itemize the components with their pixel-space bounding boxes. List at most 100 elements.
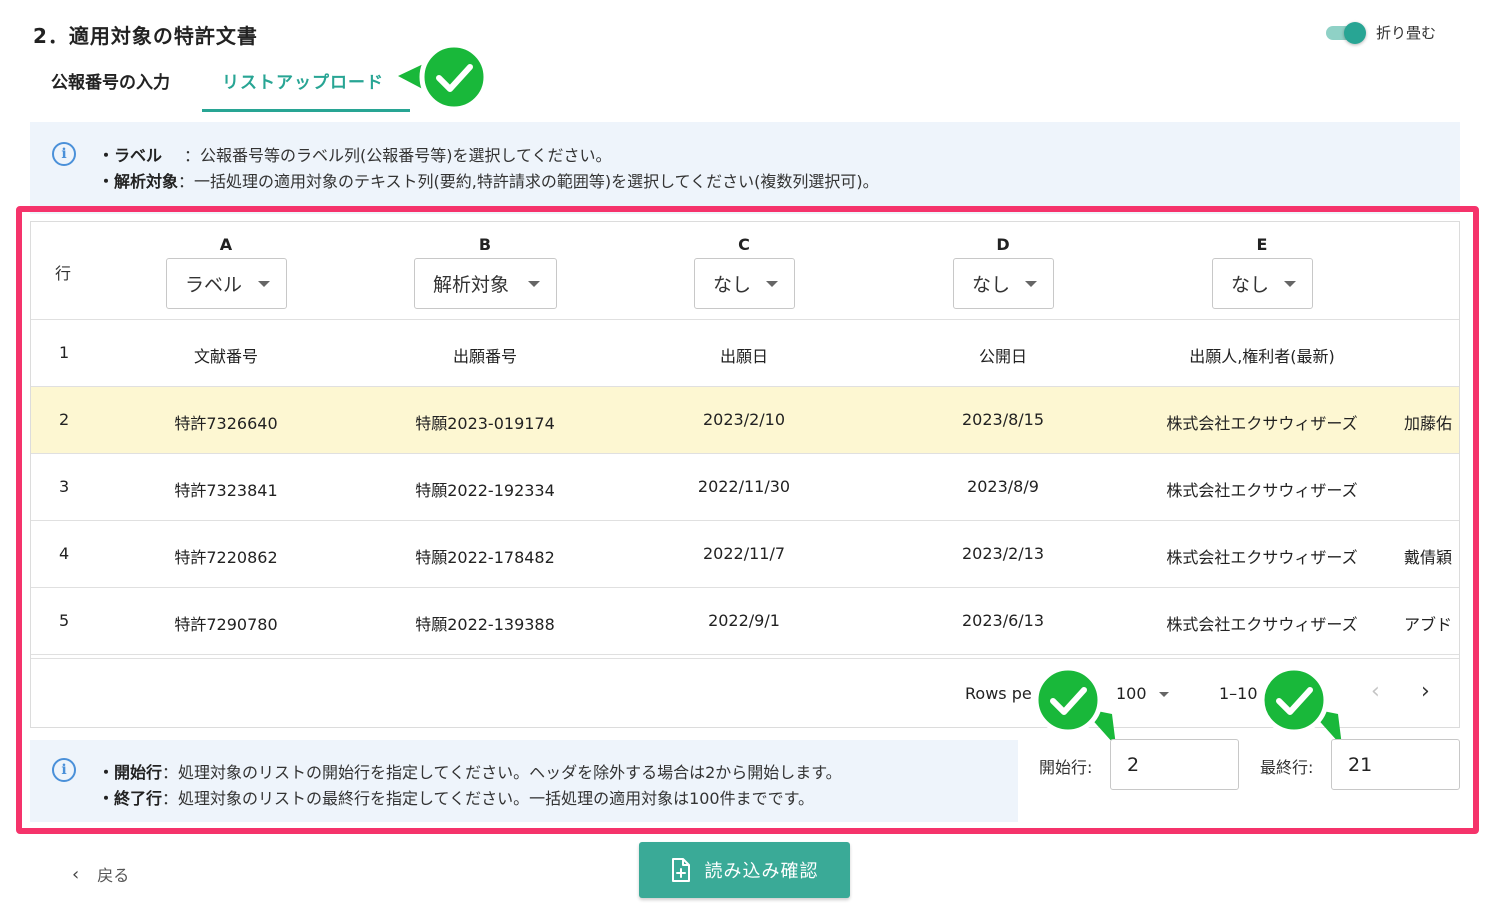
table-cell: 2022/11/30 [697,477,791,496]
table-cell-clipped: アブド [1404,615,1453,634]
column-d-mapping-select[interactable]: なし [953,258,1054,309]
chevron-down-icon [1284,281,1296,287]
table-cell: 出願番号 [452,347,518,366]
start-row-label: 開始行: [1039,758,1093,777]
back-label: 戻る [97,866,130,885]
info-box-row-range-help: i ・開始行：処理対象のリストの開始行を指定してください。ヘッダを除外する場合は… [30,740,1018,822]
table-cell-clipped: 加藤佑 [1404,414,1453,433]
column-c-mapping-value: なし [713,274,752,296]
next-page-icon[interactable]: › [1421,679,1430,704]
table-cell: 株式会社エクサウィザーズ [1166,414,1358,433]
end-row-value: 21 [1348,753,1373,776]
tab-publication-number-input[interactable]: 公報番号の入力 [51,68,170,93]
back-button[interactable]: ‹ 戻る [72,862,129,886]
table-cell: 特許7326640 [174,414,278,433]
column-c-mapping-select[interactable]: なし [694,258,795,309]
collapse-switch[interactable] [1326,21,1366,44]
row-number: 4 [59,544,70,563]
info-icon: i [52,758,76,782]
page-range-label: 1–10 [1219,684,1258,703]
rows-per-page-value: 100 [1116,684,1147,703]
table-cell: 2022/11/7 [702,544,786,563]
start-row-value: 2 [1127,753,1140,776]
row-number: 5 [59,611,70,630]
column-e-mapping-select[interactable]: なし [1212,258,1313,309]
table-pagination: Rows pe 100 1–10 ‹ › [31,658,1459,727]
upload-preview-table: 行 A ラベル B 解析対象 C なし D なし E なし 1 文献番号 出願番… [30,221,1460,728]
table-cell: 2023/2/13 [961,544,1045,563]
column-letter-d: D [996,235,1010,254]
table-cell-clipped: 戴倩穎 [1404,548,1453,567]
table-cell: 株式会社エクサウィザーズ [1166,615,1358,634]
end-row-input[interactable]: 21 [1331,739,1460,790]
document-add-icon [671,858,690,882]
collapse-toggle[interactable]: 折り畳む [1326,21,1437,44]
tab-list-upload[interactable]: リストアップロード [222,68,384,93]
table-cell: 特願2022-178482 [415,548,555,567]
table-row: 5 特許7290780 特願2022-139388 2022/9/1 2023/… [31,588,1459,655]
column-letter-e: E [1256,235,1268,254]
table-row: 2 特許7326640 特願2023-019174 2023/2/10 2023… [31,387,1459,454]
confirm-load-label: 読み込み確認 [704,861,819,882]
table-cell: 2023/2/10 [702,410,786,429]
table-cell: 公開日 [978,347,1028,366]
confirm-load-button[interactable]: 読み込み確認 [639,842,850,898]
column-b-mapping-value: 解析対象 [433,274,510,296]
table-cell: 2023/6/13 [961,611,1045,630]
table-cell: 2023/8/15 [961,410,1045,429]
column-a-mapping-value: ラベル [185,274,243,296]
info-line-label: ・ラベル ：公報番号等のラベル列(公報番号等)を選択してください。 [98,146,612,165]
info-line-start-row: ・開始行：処理対象のリストの開始行を指定してください。ヘッダを除外する場合は2か… [98,763,842,782]
table-cell: 2022/9/1 [708,611,780,630]
column-letter-b: B [478,235,492,254]
rows-per-page-select[interactable]: 100 [1116,684,1169,703]
info-line-end-row: ・終了行：処理対象のリストの最終行を指定してください。一括処理の適用対象は100… [98,789,815,808]
check-callout-page-range [1259,665,1342,746]
start-row-input[interactable]: 2 [1110,739,1239,790]
table-cell: 株式会社エクサウィザーズ [1166,481,1358,500]
table-cell: 株式会社エクサウィザーズ [1166,548,1358,567]
table-cell: 特願2023-019174 [415,414,555,433]
end-row-label: 最終行: [1260,758,1314,777]
column-a-mapping-select[interactable]: ラベル [166,258,287,309]
info-box-column-help: i ・ラベル ：公報番号等のラベル列(公報番号等)を選択してください。 ・解析対象… [30,122,1460,214]
table-row: 3 特許7323841 特願2022-192334 2022/11/30 202… [31,454,1459,521]
section-title: 2．適用対象の特許文書 [33,24,258,48]
column-letter-c: C [738,235,750,254]
table-cell: 出願人,権利者(最新) [1189,347,1335,366]
check-callout-tab [398,42,489,112]
table-cell: 特願2022-139388 [415,615,555,634]
table-cell: 特許7323841 [174,481,278,500]
row-number: 2 [59,410,70,429]
chevron-down-icon [258,281,270,287]
table-cell: 出願日 [719,347,769,366]
table-cell: 文献番号 [193,347,259,366]
active-tab-indicator [202,109,410,112]
info-line-target: ・解析対象：一括処理の適用対象のテキスト列(要約,特許請求の範囲等)を選択してく… [98,172,879,191]
column-e-mapping-value: なし [1231,274,1270,296]
chevron-left-icon: ‹ [72,863,80,885]
table-row: 4 特許7220862 特願2022-178482 2022/11/7 2023… [31,521,1459,588]
row-number: 1 [59,343,70,362]
prev-page-icon[interactable]: ‹ [1371,679,1380,704]
check-callout-rows-per-page [1033,665,1116,746]
table-cell: 2023/8/9 [967,477,1039,496]
table-row: 1 文献番号 出願番号 出願日 公開日 出願人,権利者(最新) [31,320,1459,387]
table-cell: 特願2022-192334 [415,481,555,500]
column-mapping-header: 行 A ラベル B 解析対象 C なし D なし E なし [31,222,1459,320]
info-icon: i [52,142,76,166]
column-b-mapping-select[interactable]: 解析対象 [414,258,557,309]
input-mode-tabs: 公報番号の入力 リストアップロード [30,56,450,112]
rows-per-page-label: Rows pe [965,684,1032,703]
column-d-mapping-value: なし [972,274,1011,296]
table-cell: 特許7290780 [174,615,278,634]
row-number: 3 [59,477,70,496]
chevron-down-icon [1025,281,1037,287]
column-letter-a: A [219,235,233,254]
chevron-down-icon [528,281,540,287]
chevron-down-icon [1158,692,1169,697]
collapse-label: 折り畳む [1376,24,1437,42]
table-cell: 特許7220862 [174,548,278,567]
row-number-header: 行 [55,264,72,283]
chevron-down-icon [766,281,778,287]
